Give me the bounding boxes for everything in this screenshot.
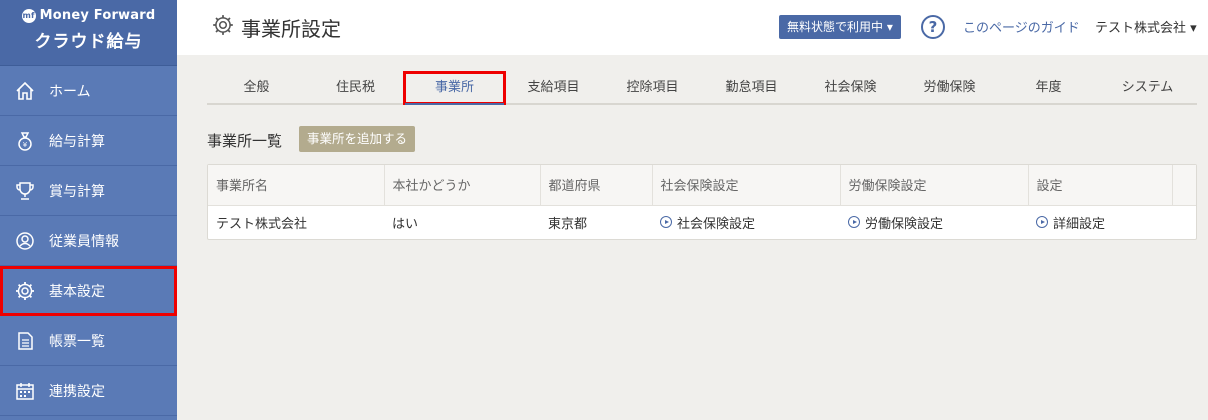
is-hq-cell: はい [392, 216, 419, 232]
page-guide-link[interactable]: このページのガイド [963, 17, 1080, 36]
social-insurance-settings-link[interactable]: 社会保険設定 [660, 213, 840, 232]
play-circle-icon [1036, 216, 1048, 229]
sidebar-item-basic-settings[interactable]: 基本設定 [0, 266, 177, 316]
prefecture-cell: 東京都 [548, 216, 588, 232]
section-title: 事業所一覧 [207, 132, 283, 150]
add-office-button[interactable]: 事業所を追加する [299, 126, 416, 152]
sidebar-item-label: 帳票一覧 [49, 333, 105, 350]
sidebar-item-reports[interactable]: 帳票一覧 [0, 316, 177, 366]
column-header-spacer [1172, 165, 1196, 206]
tab-labor-insurance[interactable]: 労働保険 [900, 73, 999, 103]
trophy-icon [14, 180, 36, 202]
tab-social-insurance[interactable]: 社会保険 [801, 73, 900, 103]
table-row: テスト株式会社 はい 東京都 社会保険設定 労働保険設定 詳細設定 [208, 205, 1196, 239]
help-icon[interactable]: ? [921, 15, 945, 39]
sidebar-item-label: 基本設定 [49, 283, 105, 300]
plan-status-label: 無料状態で利用中 [787, 20, 884, 34]
tab-system[interactable]: システム [1098, 73, 1197, 103]
link-label: 詳細設定 [1053, 216, 1106, 232]
sidebar-item-label: ホーム [49, 83, 91, 100]
calendar-icon [14, 380, 36, 402]
plan-status-button[interactable]: 無料状態で利用中 ▾ [779, 15, 901, 39]
tab-fiscal-year[interactable]: 年度 [999, 73, 1098, 103]
sidebar-item-label: 従業員情報 [49, 233, 119, 250]
caret-down-icon: ▾ [886, 20, 893, 34]
column-header: 都道府県 [540, 165, 653, 206]
page-title: 事業所設定 [211, 13, 341, 42]
table-header-row: 事業所名 本社かどうか 都道府県 社会保険設定 労働保険設定 設定 [208, 165, 1196, 206]
labor-insurance-settings-link[interactable]: 労働保険設定 [848, 213, 1028, 232]
svg-text:¥: ¥ [23, 141, 28, 149]
company-name: テスト株式会社 [1095, 21, 1187, 36]
tab-payment-items[interactable]: 支給項目 [504, 73, 603, 103]
sidebar-item-label: 賞与計算 [49, 183, 105, 200]
brand-name: Money Forward [39, 8, 156, 23]
sidebar: mf Money Forward クラウド給与 ホーム ¥ 給与計算 賞与計算 … [0, 0, 177, 420]
column-header: 社会保険設定 [652, 165, 841, 206]
tab-general[interactable]: 全般 [207, 73, 306, 103]
tab-resident-tax[interactable]: 住民税 [306, 73, 405, 103]
money-bag-icon: ¥ [14, 130, 36, 152]
gear-icon [211, 13, 235, 42]
app-logo[interactable]: mf Money Forward クラウド給与 [0, 0, 177, 66]
sidebar-item-employees[interactable]: 従業員情報 [0, 216, 177, 266]
office-table: 事業所名 本社かどうか 都道府県 社会保険設定 労働保険設定 設定 テスト株式会… [207, 164, 1197, 240]
page-title-text: 事業所設定 [241, 17, 341, 41]
home-icon [14, 80, 36, 102]
tab-offices[interactable]: 事業所 [403, 71, 506, 105]
labor-insurance-cell: 労働保険設定 [840, 205, 1028, 239]
tab-deduction-items[interactable]: 控除項目 [603, 73, 702, 103]
column-header: 本社かどうか [384, 165, 541, 206]
money-forward-logo-icon: mf [21, 8, 36, 23]
sidebar-item-bonus[interactable]: 賞与計算 [0, 166, 177, 216]
sidebar-item-label: 給与計算 [49, 133, 105, 150]
play-circle-icon [660, 216, 672, 229]
tab-attendance-items[interactable]: 勤怠項目 [702, 73, 801, 103]
product-name: クラウド給与 [34, 32, 143, 52]
detail-settings-link[interactable]: 詳細設定 [1036, 213, 1172, 232]
column-header: 設定 [1028, 165, 1173, 206]
header: 事業所設定 無料状態で利用中 ▾ ? このページのガイド テスト株式会社 ▾ [177, 0, 1208, 55]
settings-tabs: 全般 住民税 事業所 支給項目 控除項目 勤怠項目 社会保険 労働保険 年度 シ… [207, 71, 1197, 105]
column-header: 事業所名 [208, 165, 385, 206]
detail-settings-cell: 詳細設定 [1028, 205, 1172, 239]
row-spacer [1172, 205, 1196, 239]
play-circle-icon [848, 216, 860, 229]
user-icon [14, 230, 36, 252]
link-label: 労働保険設定 [865, 216, 944, 232]
company-menu[interactable]: テスト株式会社 ▾ [1095, 17, 1197, 36]
gear-icon [14, 280, 36, 302]
column-header: 労働保険設定 [840, 165, 1029, 206]
office-name-cell: テスト株式会社 [216, 216, 308, 232]
sidebar-item-home[interactable]: ホーム [0, 66, 177, 116]
caret-down-icon: ▾ [1190, 21, 1197, 36]
social-insurance-cell: 社会保険設定 [652, 205, 840, 239]
document-icon [14, 330, 36, 352]
link-label: 社会保険設定 [677, 216, 756, 232]
sidebar-item-payroll[interactable]: ¥ 給与計算 [0, 116, 177, 166]
sidebar-item-integrations[interactable]: 連携設定 [0, 366, 177, 416]
sidebar-item-label: 連携設定 [49, 383, 105, 400]
